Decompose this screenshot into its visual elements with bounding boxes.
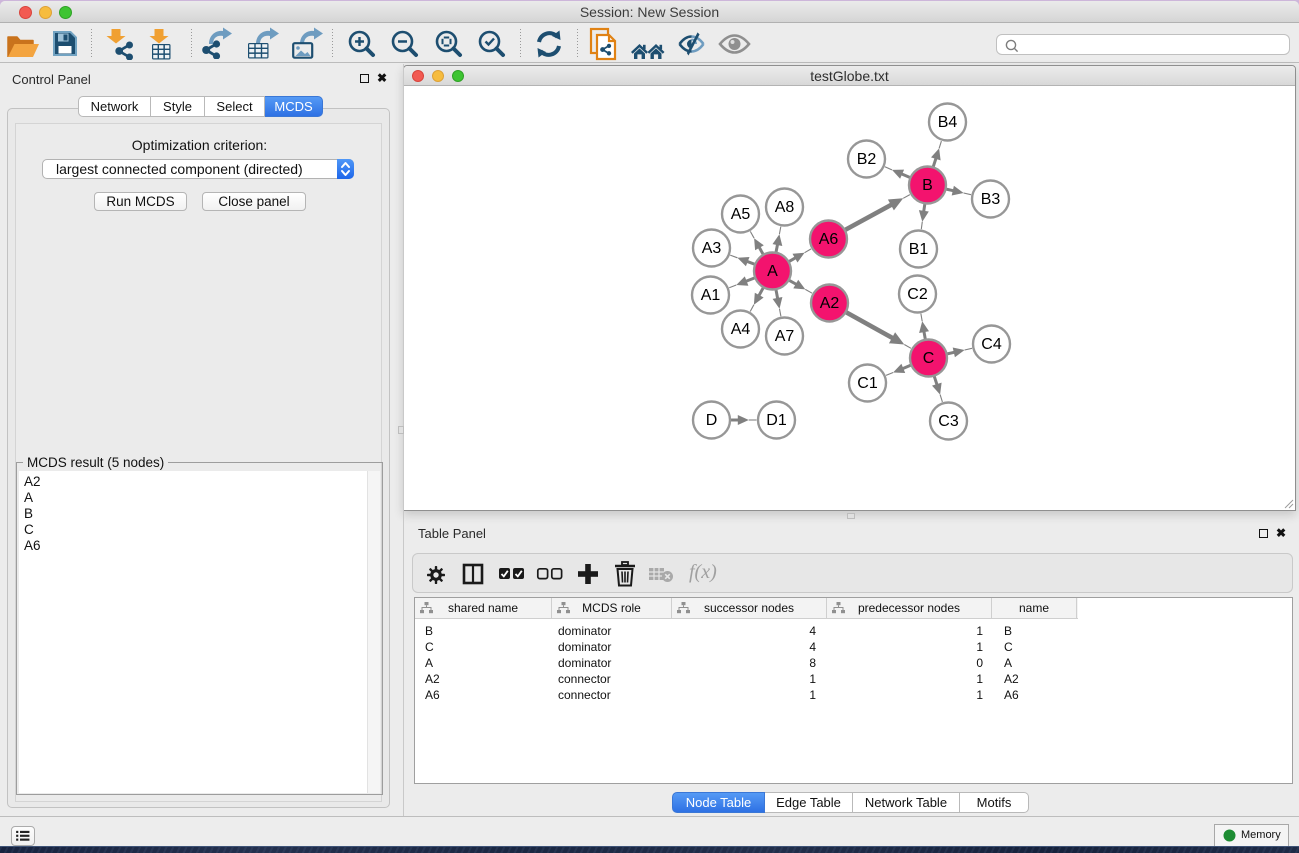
svg-text:B4: B4 [938, 114, 958, 131]
svg-text:C2: C2 [907, 286, 928, 303]
svg-text:A4: A4 [731, 321, 751, 338]
svg-text:C1: C1 [857, 375, 878, 392]
svg-text:A1: A1 [701, 287, 721, 304]
svg-text:B2: B2 [857, 151, 877, 168]
svg-text:D1: D1 [766, 412, 787, 429]
svg-text:A5: A5 [731, 206, 751, 223]
svg-text:A6: A6 [819, 231, 839, 248]
svg-text:A3: A3 [702, 240, 722, 257]
svg-text:A8: A8 [775, 199, 795, 216]
svg-text:B: B [922, 177, 933, 194]
svg-text:C4: C4 [981, 336, 1002, 353]
svg-text:B1: B1 [909, 241, 929, 258]
svg-text:C: C [923, 350, 935, 367]
svg-text:D: D [706, 412, 718, 429]
svg-text:A: A [767, 263, 778, 280]
svg-text:C3: C3 [938, 413, 959, 430]
svg-text:A7: A7 [775, 328, 795, 345]
svg-text:B3: B3 [981, 191, 1001, 208]
svg-text:A2: A2 [820, 295, 840, 312]
